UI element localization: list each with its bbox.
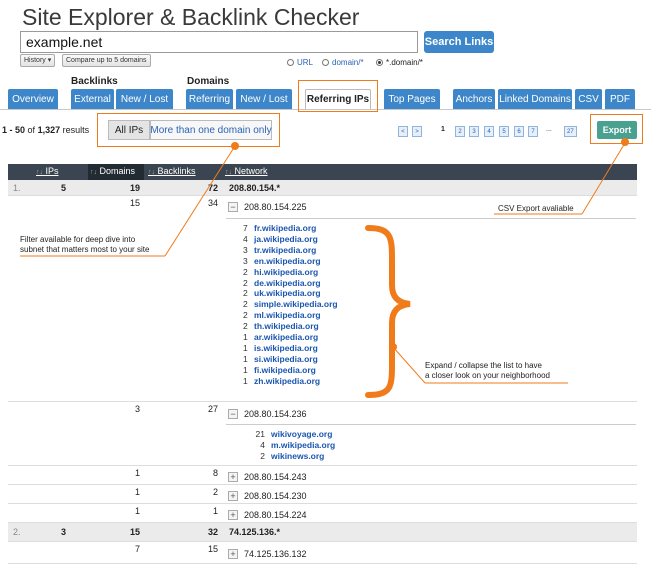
expand-callout xyxy=(389,343,568,384)
csv-callout xyxy=(494,138,629,215)
filter-callout xyxy=(20,142,239,257)
annotation-overlay xyxy=(20,138,629,398)
brace-icon xyxy=(365,225,411,398)
